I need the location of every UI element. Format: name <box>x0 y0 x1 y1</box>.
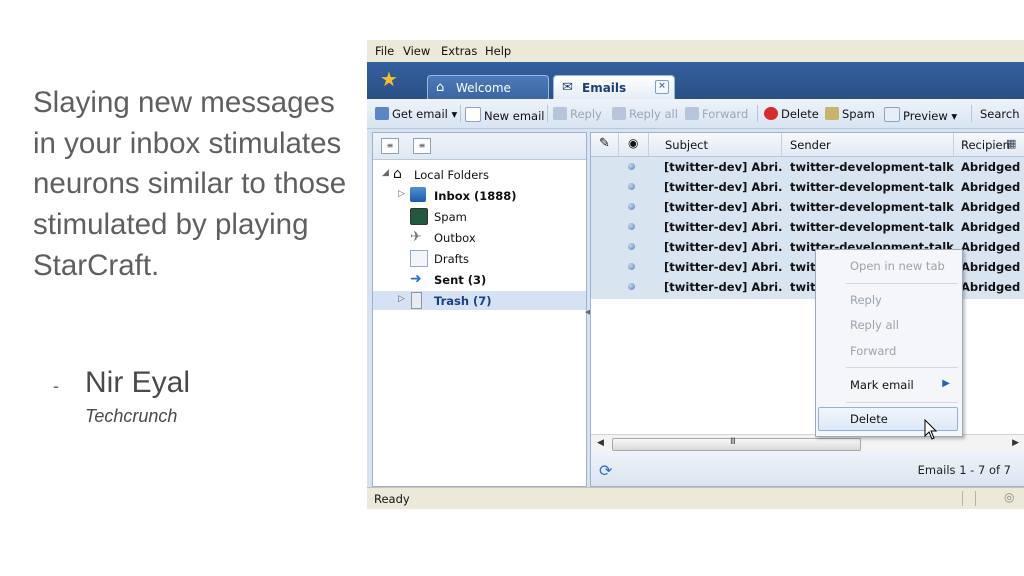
quote-author: Nir Eyal <box>85 366 191 399</box>
context-menu: Open in new tab Reply Reply all Forward … <box>815 249 963 437</box>
refresh-icon[interactable]: ⟳ <box>599 461 612 480</box>
house-icon: ⌂ <box>393 166 402 182</box>
submenu-arrow-icon: ▶ <box>942 378 950 389</box>
spam-icon <box>825 107 839 120</box>
message-count: Emails 1 - 7 of 7 <box>917 463 1011 477</box>
scrollbar-thumb[interactable]: III <box>612 437 861 451</box>
tab-welcome[interactable]: ⌂ Welcome <box>427 75 549 99</box>
unread-dot-icon <box>628 283 635 290</box>
scroll-right-arrow-icon[interactable]: ▶ <box>1012 438 1019 448</box>
folder-spam[interactable]: Spam <box>373 207 586 226</box>
house-icon: ⌂ <box>436 80 445 95</box>
download-mail-icon <box>375 107 389 120</box>
spam-button[interactable]: Spam <box>825 107 875 121</box>
spam-icon <box>410 208 428 225</box>
menu-file[interactable]: File <box>375 44 394 58</box>
expanded-arrow-icon[interactable]: ◢ <box>382 168 389 178</box>
attribution-dash: - <box>53 376 59 396</box>
unread-dot-icon <box>628 163 635 170</box>
reply-button[interactable]: Reply <box>553 107 602 121</box>
new-document-icon <box>465 107 481 122</box>
column-sender[interactable]: Sender <box>782 133 954 156</box>
menu-help[interactable]: Help <box>485 44 511 58</box>
collapsed-arrow-icon[interactable]: ▷ <box>398 294 405 304</box>
folder-sent[interactable]: ➜ Sent (3) <box>373 270 586 289</box>
drafts-icon <box>410 250 428 267</box>
column-read-status[interactable]: ◉ <box>619 133 649 156</box>
message-row[interactable]: [twitter-dev] Abri... twitter-developmen… <box>591 217 1024 237</box>
status-bar: Ready ◎ <box>367 487 1024 509</box>
inbox-icon <box>410 187 426 202</box>
ctx-reply[interactable]: Reply <box>818 288 958 312</box>
collapsed-arrow-icon[interactable]: ▷ <box>398 189 405 199</box>
folder-pane-header: ≡ ≡ <box>373 133 586 160</box>
mail-icon: ✉ <box>562 80 573 95</box>
column-picker-icon[interactable]: ▦ <box>1006 137 1016 150</box>
status-text: Ready <box>374 492 410 506</box>
delete-icon <box>764 107 778 120</box>
favorites-star-icon[interactable]: ★ <box>380 69 398 89</box>
toolbar: Get email ▾ New email Reply Reply all Fo… <box>367 99 1024 129</box>
folder-outbox[interactable]: ✈ Outbox <box>373 228 586 247</box>
message-row[interactable]: [twitter-dev] Abri... twitter-developmen… <box>591 157 1024 177</box>
unread-dot-icon <box>628 243 635 250</box>
message-list-status: ⟳ Emails 1 - 7 of 7 <box>591 452 1024 486</box>
column-recipient[interactable]: Recipien <box>954 133 1012 156</box>
unread-dot-icon <box>628 203 635 210</box>
ctx-forward[interactable]: Forward <box>818 339 958 363</box>
unread-dot-icon <box>628 183 635 190</box>
message-row[interactable]: [twitter-dev] Abri... twitter-developmen… <box>591 197 1024 217</box>
sent-arrow-icon: ➜ <box>410 271 422 287</box>
delete-button[interactable]: Delete <box>764 107 819 121</box>
unread-dot-icon <box>628 263 635 270</box>
expand-all-icon[interactable]: ≡ <box>413 138 431 154</box>
folder-drafts[interactable]: Drafts <box>373 249 586 268</box>
new-email-button[interactable]: New email <box>465 107 544 123</box>
quote-source: Techcrunch <box>85 406 178 426</box>
paper-plane-icon: ✈ <box>410 229 422 245</box>
message-row[interactable]: [twitter-dev] Abri... twitter-developmen… <box>591 177 1024 197</box>
ctx-reply-all[interactable]: Reply all <box>818 313 958 337</box>
quote-text: Slaying new messages in your inbox stimu… <box>33 86 347 282</box>
column-attachment[interactable]: ✎ <box>591 133 619 156</box>
reply-all-icon <box>612 107 626 120</box>
folder-trash[interactable]: ▷ Trash (7) <box>373 291 586 310</box>
menu-bar: File View Extras Help <box>367 40 1024 62</box>
tab-emails[interactable]: ✉ Emails × <box>553 75 675 99</box>
preview-button[interactable]: Preview ▾ <box>884 107 957 123</box>
reply-icon <box>553 107 567 120</box>
paperclip-icon: ✎ <box>599 136 610 151</box>
preview-pane-icon <box>884 107 900 122</box>
ctx-open-in-new-tab[interactable]: Open in new tab <box>818 254 958 278</box>
collapse-all-icon[interactable]: ≡ <box>381 138 399 154</box>
ctx-mark-email[interactable]: Mark email ▶ <box>818 373 958 397</box>
folder-inbox[interactable]: ▷ Inbox (1888) <box>373 186 586 205</box>
scrollbar-grip: III <box>730 437 736 447</box>
folder-local-folders[interactable]: ◢ ⌂ Local Folders <box>373 165 586 184</box>
search-button[interactable]: Search <box>980 107 1020 121</box>
menu-view[interactable]: View <box>403 44 430 58</box>
tab-bar: ★ ⌂ Welcome ✉ Emails × <box>367 62 1024 99</box>
mouse-cursor-icon <box>924 419 938 440</box>
forward-icon <box>685 107 699 120</box>
scroll-left-arrow-icon[interactable]: ◀ <box>597 438 604 448</box>
folder-pane: ≡ ≡ ◢ ⌂ Local Folders ▷ Inbox (1888) Spa… <box>372 132 587 487</box>
menu-extras[interactable]: Extras <box>441 44 477 58</box>
get-email-button[interactable]: Get email ▾ <box>375 107 457 121</box>
connection-status-icon: ◎ <box>1004 490 1015 504</box>
trash-icon <box>411 292 422 309</box>
reply-all-button[interactable]: Reply all <box>612 107 678 121</box>
close-tab-icon[interactable]: × <box>655 80 669 94</box>
column-subject[interactable]: Subject <box>649 133 782 156</box>
unread-dot-icon <box>628 223 635 230</box>
forward-button[interactable]: Forward <box>685 107 748 121</box>
message-list-header: ✎ ◉ Subject Sender Recipien ▦ <box>591 133 1024 157</box>
read-status-icon: ◉ <box>628 136 639 150</box>
tab-welcome-label: Welcome <box>456 81 511 95</box>
tab-emails-label: Emails <box>582 81 627 95</box>
